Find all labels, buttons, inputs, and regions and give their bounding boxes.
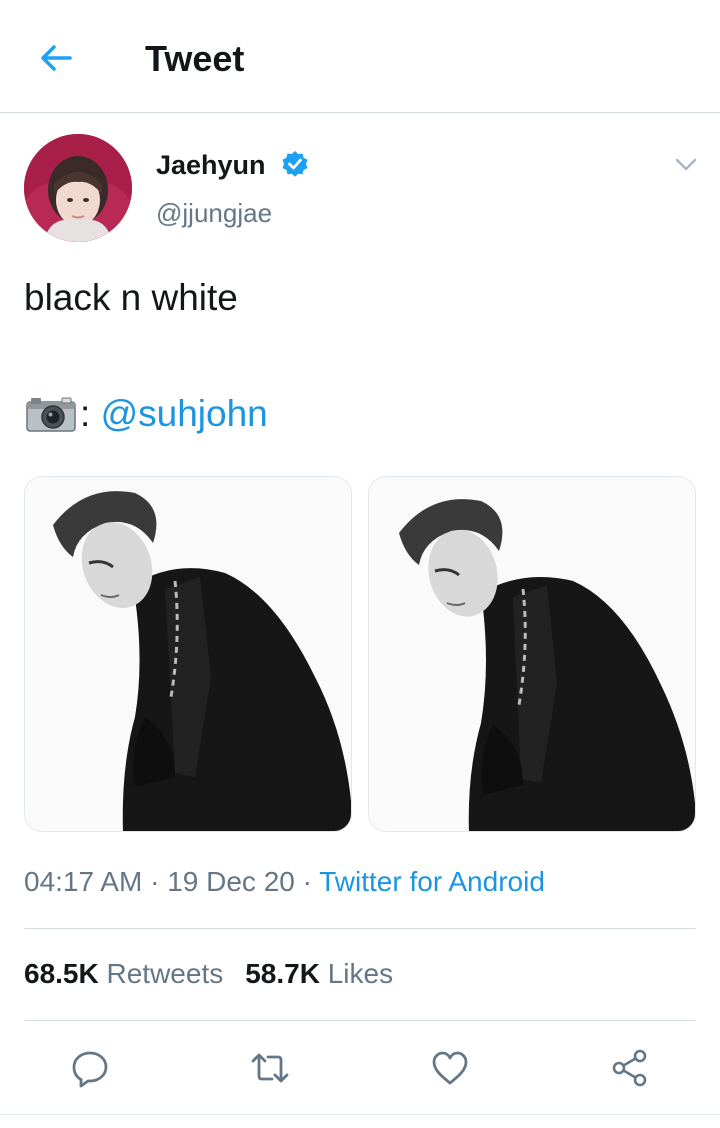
tweet-date: 19 Dec 20 — [167, 866, 295, 897]
camera-icon — [24, 394, 78, 434]
page-title: Tweet — [145, 38, 245, 79]
share-icon[interactable] — [610, 1048, 650, 1088]
tweet-text: black n white — [24, 277, 238, 318]
mention-link[interactable]: @suhjohn — [101, 394, 268, 434]
tweet-photo-1[interactable] — [24, 476, 352, 832]
avatar[interactable] — [24, 134, 132, 242]
chevron-down-icon[interactable] — [672, 150, 700, 178]
tweet-time: 04:17 AM — [24, 866, 143, 897]
likes-stat[interactable]: 58.7K Likes — [245, 958, 393, 989]
tweet-client-link[interactable]: Twitter for Android — [319, 866, 545, 897]
like-icon[interactable] — [430, 1048, 470, 1088]
divider — [0, 1114, 720, 1115]
credit-separator: : — [80, 393, 91, 434]
retweet-icon[interactable] — [250, 1048, 290, 1088]
reply-icon[interactable] — [70, 1048, 110, 1088]
display-name[interactable]: Jaehyun — [156, 150, 266, 181]
tweet-meta: 04:17 AM · 19 Dec 20 · Twitter for Andro… — [24, 866, 545, 898]
user-handle[interactable]: @jjungjae — [156, 198, 272, 229]
likes-label: Likes — [327, 958, 394, 989]
arrow-left-icon[interactable] — [36, 38, 76, 78]
verified-badge-icon — [281, 150, 309, 178]
meta-separator: · — [142, 866, 168, 897]
tweet-photo-2[interactable] — [368, 476, 696, 832]
retweets-stat[interactable]: 68.5K Retweets — [24, 958, 223, 989]
divider — [24, 1020, 696, 1021]
top-bar: Tweet — [0, 0, 720, 113]
meta-separator: · — [294, 866, 320, 897]
divider — [24, 928, 696, 929]
retweets-count: 68.5K — [24, 958, 99, 989]
likes-count: 58.7K — [245, 958, 320, 989]
tweet-stats: 68.5K Retweets 58.7K Likes — [24, 958, 393, 990]
photo-credit: : @suhjohn — [24, 392, 268, 436]
retweets-label: Retweets — [106, 958, 224, 989]
